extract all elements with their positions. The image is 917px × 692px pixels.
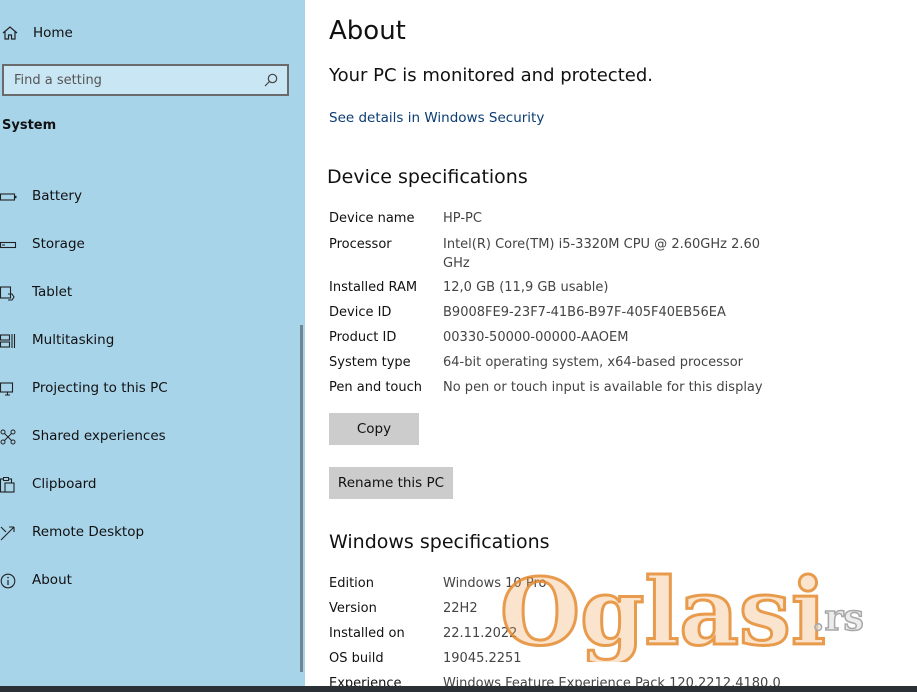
sidebar-item-projecting[interactable]: Projecting to this PC [0,377,290,401]
spec-key: Installed on [329,626,405,641]
sidebar-item-label: About [32,572,72,588]
spec-key: Version [329,601,377,616]
sidebar-item-clipboard[interactable]: Clipboard [0,473,290,497]
spec-key: System type [329,355,411,370]
taskbar-edge [0,686,917,692]
spec-key: Pen and touch [329,380,423,395]
shared-experiences-icon [0,429,18,445]
sidebar-item-label: Remote Desktop [32,524,145,540]
spec-key: OS build [329,651,384,666]
info-icon [0,573,18,589]
spec-value: Intel(R) Core(TM) i5-3320M CPU @ 2.60GHz… [443,237,761,271]
spec-key: Product ID [329,330,397,345]
sidebar-item-multitasking[interactable]: Multitasking [0,329,290,353]
tablet-icon [0,285,18,301]
device-specs-heading: Device specifications [327,166,528,188]
sidebar-item-shared-experiences[interactable]: Shared experiences [0,425,290,449]
watermark-suffix: .rs [812,597,864,639]
sidebar-item-label: Storage [32,236,85,252]
sidebar-item-tablet[interactable]: Tablet [0,281,290,305]
spec-key: Installed RAM [329,280,418,295]
spec-value: HP-PC [443,211,482,226]
windows-specs-heading: Windows specifications [329,531,550,553]
clipboard-icon [0,477,18,493]
spec-key: Edition [329,576,374,591]
sidebar-item-label: Shared experiences [32,428,166,444]
sidebar-item-label: Clipboard [32,476,97,492]
search-input[interactable] [4,66,254,94]
search-icon[interactable] [263,72,279,88]
protection-status: Your PC is monitored and protected. [329,65,653,86]
sidebar-item-battery[interactable]: Battery [0,185,290,209]
windows-security-link[interactable]: See details in Windows Security [329,110,544,126]
spec-value: 00330-50000-00000-AAOEM [443,330,629,345]
spec-key: Device name [329,211,415,226]
sidebar: Home System Battery Storage Tablet Multi… [0,0,305,692]
sidebar-item-label: Tablet [32,284,73,300]
multitasking-icon [0,333,18,349]
remote-desktop-icon [0,525,18,541]
spec-value: B9008FE9-23F7-41B6-B97F-405F40EB56EA [443,305,726,320]
sidebar-item-about[interactable]: About [0,569,290,593]
spec-key: Processor [329,237,392,252]
sidebar-item-storage[interactable]: Storage [0,233,290,257]
watermark-logo: Oglasi .rs [500,557,865,663]
page-title: About [329,16,406,46]
home-label: Home [33,25,73,41]
copy-button[interactable]: Copy [329,413,419,445]
spec-value: 12,0 GB (11,9 GB usable) [443,280,609,295]
sidebar-item-label: Projecting to this PC [32,380,168,396]
home-nav-item[interactable]: Home [0,22,290,44]
storage-icon [0,237,18,253]
sidebar-item-label: Battery [32,188,82,204]
sidebar-scrollbar[interactable] [300,325,303,672]
sidebar-item-remote-desktop[interactable]: Remote Desktop [0,521,290,545]
search-box [2,64,289,96]
watermark-text: Oglasi [500,558,826,662]
spec-key: Device ID [329,305,392,320]
home-icon [2,25,22,41]
sidebar-item-label: Multitasking [32,332,115,348]
spec-value: No pen or touch input is available for t… [443,380,763,395]
rename-pc-button[interactable]: Rename this PC [329,467,453,499]
projecting-icon [0,381,18,397]
battery-icon [0,189,18,205]
sidebar-section-title: System [2,118,57,133]
spec-value: 64-bit operating system, x64-based proce… [443,355,743,370]
